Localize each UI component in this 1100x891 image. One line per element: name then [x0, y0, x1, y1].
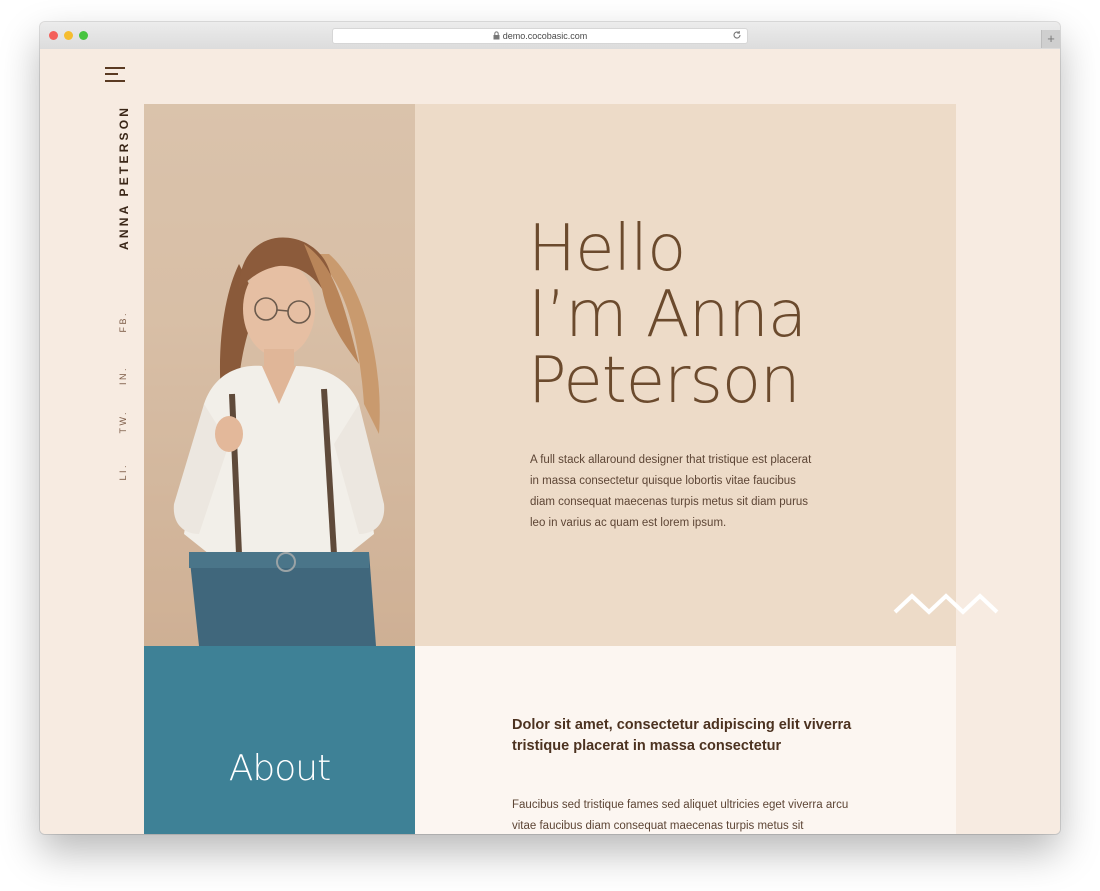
- new-tab-button[interactable]: +: [1041, 30, 1060, 48]
- hero-intro-text: A full stack allaround designer that tri…: [530, 454, 812, 529]
- minimize-window-button[interactable]: [64, 31, 73, 40]
- url-text: demo.cocobasic.com: [502, 31, 588, 41]
- profile-photo: [144, 104, 415, 646]
- address-bar[interactable]: demo.cocobasic.com: [332, 28, 748, 44]
- about-title: About: [228, 748, 331, 789]
- about-paragraph: Faucibus sed tristique fames sed aliquet…: [512, 799, 849, 832]
- hero-heading-line: Peterson: [528, 344, 801, 418]
- about-title-panel: About: [144, 646, 415, 834]
- about-heading: Dolor sit amet, consectetur adipiscing e…: [512, 717, 852, 754]
- site-owner-name[interactable]: ANNA PETERSON: [117, 95, 131, 250]
- browser-window: demo.cocobasic.com + ANNA PETERSON FB. I…: [40, 22, 1060, 834]
- browser-titlebar: demo.cocobasic.com +: [40, 22, 1060, 50]
- hero-heading: Hello I’m Anna Peterson: [528, 212, 807, 418]
- reload-icon[interactable]: [732, 30, 742, 44]
- close-window-button[interactable]: [49, 31, 58, 40]
- social-link-fb[interactable]: FB.: [118, 311, 128, 333]
- zigzag-icon: [893, 593, 999, 615]
- social-link-in[interactable]: IN.: [118, 366, 128, 385]
- hero-section: Hello I’m Anna Peterson A full stack all…: [415, 104, 956, 646]
- hero-heading-line: I’m Anna: [528, 278, 807, 352]
- social-link-tw[interactable]: TW.: [118, 410, 128, 434]
- lock-icon: [493, 30, 500, 44]
- hero-heading-line: Hello: [528, 212, 686, 286]
- zoom-window-button[interactable]: [79, 31, 88, 40]
- page-content: ANNA PETERSON FB. IN. TW. LI. Hello I’m …: [40, 49, 1060, 834]
- about-content: Dolor sit amet, consectetur adipiscing e…: [415, 646, 956, 834]
- menu-icon[interactable]: [105, 67, 127, 85]
- social-link-li[interactable]: LI.: [118, 463, 128, 481]
